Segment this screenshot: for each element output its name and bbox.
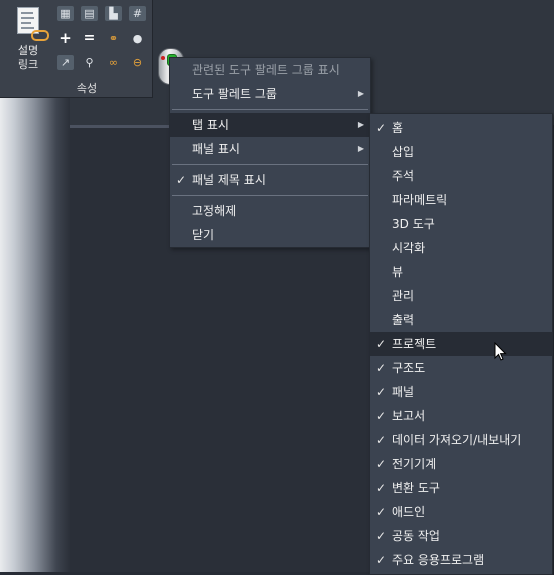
panel-title: 속성 <box>76 82 98 95</box>
tab-item-featured-apps[interactable]: ✓ 주요 응용프로그램 <box>370 548 552 572</box>
tab-item-electromechanical[interactable]: ✓ 전기기계 <box>370 452 552 476</box>
tab-item-home[interactable]: ✓ 홈 <box>370 116 552 140</box>
check-icon: ✓ <box>376 361 387 375</box>
link-remove-icon[interactable]: ⊖ <box>129 55 146 70</box>
chain-link-icon <box>31 30 49 41</box>
ribbon-panel-properties: 설명 링크 ▦ ▤ ▙ # + = ⚭ ● ↗ ⚲ ∞ ⊖ 속성 <box>0 0 153 98</box>
chart-icon[interactable]: ↗ <box>57 55 74 70</box>
check-icon: ✓ <box>376 505 387 519</box>
description-link-button[interactable]: 설명 링크 <box>3 3 53 75</box>
check-icon: ✓ <box>376 553 387 567</box>
submenu-arrow-icon: ▶ <box>357 120 364 129</box>
user-icon[interactable]: ● <box>129 31 146 46</box>
menu-separator <box>172 164 368 165</box>
tab-item-3d-tools[interactable]: 3D 도구 <box>370 212 552 236</box>
link-edit-icon[interactable]: ⚭ <box>105 31 122 46</box>
check-icon: ✓ <box>376 529 387 543</box>
big-button-label-line2: 링크 <box>17 58 39 71</box>
menu-item-tool-palette-group[interactable]: 도구 팔레트 그룹 ▶ <box>170 82 370 106</box>
tab-item-view[interactable]: 뷰 <box>370 260 552 284</box>
tab-item-add-ins[interactable]: ✓ 애드인 <box>370 500 552 524</box>
tag-icon[interactable]: # <box>129 6 146 21</box>
link-insert-icon[interactable]: ∞ <box>105 55 122 70</box>
mouse-cursor-icon <box>494 342 507 361</box>
submenu-arrow-icon: ▶ <box>357 144 364 153</box>
check-icon: ✓ <box>376 457 387 471</box>
menu-item-close[interactable]: 닫기 <box>170 223 370 247</box>
menu-header: 관련된 도구 팔레트 그룹 표시 <box>192 63 340 77</box>
check-icon: ✓ <box>376 337 387 351</box>
tab-item-structure[interactable]: ✓ 구조도 <box>370 356 552 380</box>
check-icon: ✓ <box>376 385 387 399</box>
menu-item-show-tabs[interactable]: 탭 표시 ▶ <box>170 113 370 137</box>
tab-item-annotate[interactable]: 주석 <box>370 164 552 188</box>
check-icon: ✓ <box>176 173 187 187</box>
big-button-label-line1: 설명 <box>17 44 39 57</box>
menu-separator <box>172 195 368 196</box>
tab-item-visualize[interactable]: 시각화 <box>370 236 552 260</box>
equal-property-icon[interactable]: = <box>81 31 98 46</box>
check-icon: ✓ <box>376 121 387 135</box>
building-grid-icon[interactable]: ▦ <box>57 6 74 21</box>
tab-item-collaborate[interactable]: ✓ 공동 작업 <box>370 524 552 548</box>
panel-settings-icon[interactable]: ▤ <box>81 6 98 21</box>
check-icon: ✓ <box>376 433 387 447</box>
menu-item-undock[interactable]: 고정해제 <box>170 199 370 223</box>
submenu-arrow-icon: ▶ <box>357 89 364 98</box>
menu-item-show-panels[interactable]: 패널 표시 ▶ <box>170 137 370 161</box>
menu-item-show-panel-titles[interactable]: ✓ 패널 제목 표시 <box>170 168 370 192</box>
search-property-icon[interactable]: ⚲ <box>81 55 98 70</box>
menu-separator <box>172 109 368 110</box>
tab-item-output[interactable]: 출력 <box>370 308 552 332</box>
tab-item-manage[interactable]: 관리 <box>370 284 552 308</box>
check-icon: ✓ <box>376 409 387 423</box>
ribbon-context-menu: 관련된 도구 팔레트 그룹 표시 도구 팔레트 그룹 ▶ 탭 표시 ▶ 패널 표… <box>169 57 371 248</box>
tab-item-conversion-tools[interactable]: ✓ 변환 도구 <box>370 476 552 500</box>
tab-item-panel[interactable]: ✓ 패널 <box>370 380 552 404</box>
check-icon: ✓ <box>376 481 387 495</box>
tabs-submenu: ✓ 홈 삽입 주석 파라메트릭 3D 도구 시각화 뷰 관리 출력 ✓ 프로젝트 ✓… <box>369 113 553 575</box>
tab-item-reports[interactable]: ✓ 보고서 <box>370 404 552 428</box>
tab-item-import-export[interactable]: ✓ 데이터 가져오기/내보내기 <box>370 428 552 452</box>
add-property-icon[interactable]: + <box>57 31 74 46</box>
tab-item-insert[interactable]: 삽입 <box>370 140 552 164</box>
tab-item-parametric[interactable]: 파라메트릭 <box>370 188 552 212</box>
tab-item-project[interactable]: ✓ 프로젝트 <box>370 332 552 356</box>
factory-icon[interactable]: ▙ <box>105 6 122 21</box>
